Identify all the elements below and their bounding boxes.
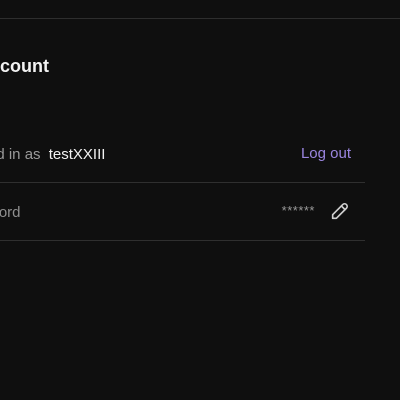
login-status-row: ed in as testXXIII Log out xyxy=(0,124,365,183)
account-settings-screen: ccount ed in as testXXIII Log out word *… xyxy=(0,0,400,400)
password-label: word xyxy=(0,204,21,221)
account-section-title: ccount xyxy=(0,56,50,76)
password-row: word ****** xyxy=(0,182,365,241)
login-status-prefix: ed in as xyxy=(0,146,41,163)
username: testXXIII xyxy=(48,146,106,163)
password-mask: ****** xyxy=(281,203,315,218)
top-divider xyxy=(0,18,400,19)
login-status-text: ed in as testXXIII xyxy=(0,146,105,163)
logout-link[interactable]: Log out xyxy=(301,145,351,162)
pencil-icon[interactable] xyxy=(329,200,351,222)
